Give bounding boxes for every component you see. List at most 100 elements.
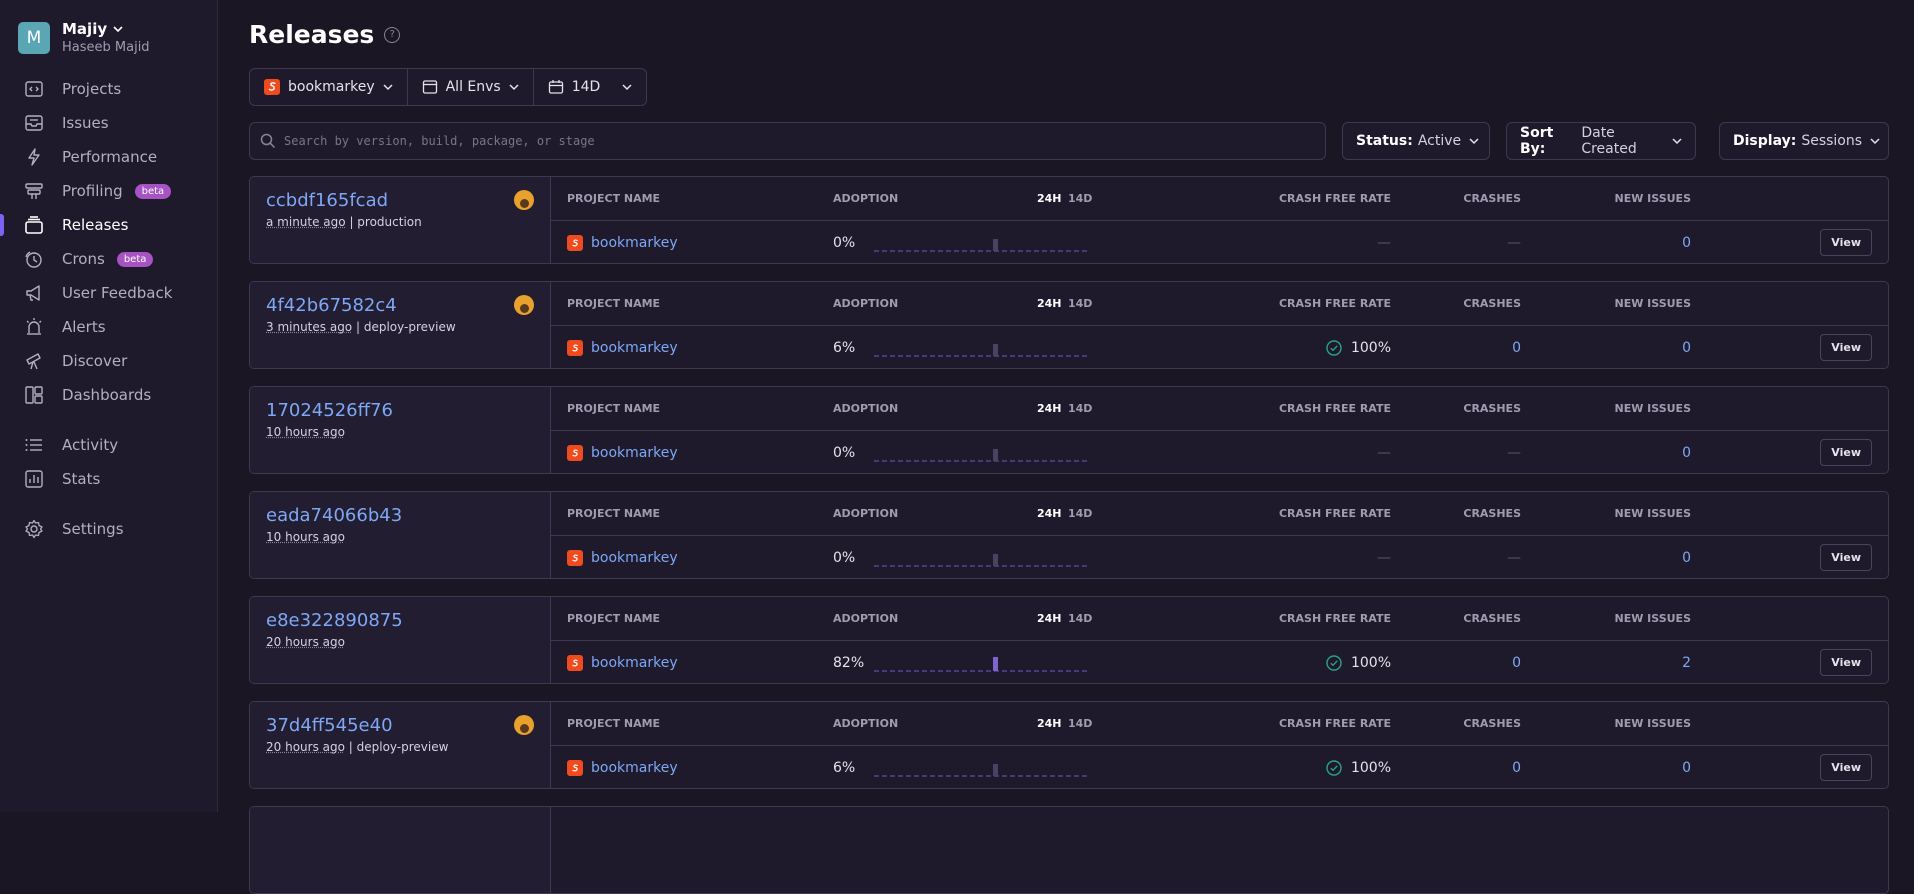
period-toggle-24h[interactable]: 24H	[1037, 492, 1062, 535]
view-button[interactable]: View	[1820, 334, 1872, 361]
crashes-value[interactable]: 0	[1441, 326, 1521, 368]
project-platform-icon	[567, 445, 583, 461]
sidebar-item-performance[interactable]: Performance	[0, 140, 218, 174]
date-filter[interactable]: 14D	[534, 69, 647, 105]
sidebar-item-discover[interactable]: Discover	[0, 344, 218, 378]
view-button[interactable]: View	[1820, 649, 1872, 676]
column-header-crashes: CRASHES	[1463, 612, 1521, 625]
period-toggle-14d[interactable]: 14D	[1068, 282, 1092, 325]
project-platform-icon	[567, 550, 583, 566]
period-toggle-24h[interactable]: 24H	[1037, 387, 1062, 430]
sidebar-item-user-feedback[interactable]: User Feedback	[0, 276, 218, 310]
org-name: Majiy	[62, 20, 108, 38]
project-link[interactable]: bookmarkey	[567, 431, 678, 473]
release-version-link[interactable]: 37d4ff545e40	[266, 715, 550, 736]
project-link[interactable]: bookmarkey	[567, 326, 678, 368]
crashes-value: —	[1507, 445, 1521, 461]
release-time: a minute ago	[266, 215, 346, 229]
crash-free-rate-value: 100%	[1350, 760, 1391, 776]
period-toggle-24h[interactable]: 24H	[1037, 702, 1062, 745]
project-platform-icon	[567, 235, 583, 251]
sidebar-item-crons[interactable]: Crons beta	[0, 242, 218, 276]
period-toggle-24h[interactable]: 24H	[1037, 282, 1062, 325]
environment-filter[interactable]: All Envs	[408, 69, 534, 105]
crash-free-rate: 100%	[1251, 746, 1391, 788]
release-version-link[interactable]: 17024526ff76	[266, 400, 550, 421]
releases-icon	[24, 215, 44, 235]
column-header-project: PROJECT NAME	[567, 297, 661, 310]
sidebar-item-settings[interactable]: Settings	[0, 512, 218, 546]
view-button[interactable]: View	[1820, 229, 1872, 256]
sidebar-item-releases[interactable]: Releases	[0, 208, 218, 242]
new-issues-value[interactable]: 0	[1601, 221, 1691, 263]
release-version-link[interactable]: 4f42b67582c4	[266, 295, 550, 316]
org-avatar: M	[18, 21, 50, 54]
project-link[interactable]: bookmarkey	[567, 641, 678, 683]
period-toggle-14d[interactable]: 14D	[1068, 177, 1092, 220]
check-circle-icon	[1326, 760, 1342, 776]
help-icon[interactable]: ?	[384, 26, 401, 43]
release-info: eada74066b43 10 hours ago	[250, 492, 551, 578]
author-avatar[interactable]	[514, 190, 534, 210]
sidebar-item-issues[interactable]: Issues	[0, 106, 218, 140]
release-version-link[interactable]: e8e322890875	[266, 610, 550, 631]
timer-icon	[24, 249, 44, 269]
period-toggle-14d[interactable]: 14D	[1068, 492, 1092, 535]
display-dropdown[interactable]: Display: Sessions	[1719, 122, 1889, 160]
author-avatar[interactable]	[514, 295, 534, 315]
new-issues-value[interactable]: 0	[1601, 746, 1691, 788]
org-switcher[interactable]: M Majiy Haseeb Majid	[18, 20, 150, 55]
code-icon	[24, 79, 44, 99]
column-header-adoption: ADOPTION	[833, 192, 899, 205]
release-project-table	[551, 807, 1888, 893]
author-avatar[interactable]	[514, 715, 534, 735]
sidebar-item-profiling[interactable]: Profiling beta	[0, 174, 218, 208]
view-button[interactable]: View	[1820, 439, 1872, 466]
project-link[interactable]: bookmarkey	[567, 746, 678, 788]
sort-dropdown[interactable]: Sort By: Date Created	[1506, 122, 1696, 160]
adoption-value: 6%	[833, 340, 856, 356]
sidebar-item-projects[interactable]: Projects	[0, 72, 218, 106]
search-input[interactable]	[284, 134, 1284, 148]
avatar-face	[519, 724, 529, 733]
period-toggle-14d[interactable]: 14D	[1068, 702, 1092, 745]
new-issues-value[interactable]: 0	[1601, 326, 1691, 368]
period-toggle-14d[interactable]: 14D	[1068, 597, 1092, 640]
status-dropdown[interactable]: Status: Active	[1342, 122, 1490, 160]
crashes-value[interactable]: 0	[1441, 746, 1521, 788]
chevron-down-icon	[1870, 136, 1880, 146]
project-filter[interactable]: bookmarkey	[250, 69, 408, 105]
meta-separator: |	[344, 740, 357, 754]
column-header-crash-free-rate: CRASH FREE RATE	[1278, 297, 1391, 310]
release-version-link[interactable]: ccbdf165fcad	[266, 190, 550, 211]
project-name: bookmarkey	[591, 550, 678, 566]
sidebar-item-alerts[interactable]: Alerts	[0, 310, 218, 344]
period-toggle-24h[interactable]: 24H	[1037, 597, 1062, 640]
release-project-table: PROJECT NAME ADOPTION 24H 14D CRASH FREE RAT…	[551, 177, 1888, 263]
release-time: 3 minutes ago	[266, 320, 353, 334]
column-header-adoption: ADOPTION	[833, 507, 899, 520]
release-version-link[interactable]: eada74066b43	[266, 505, 550, 526]
new-issues-value[interactable]: 0	[1601, 431, 1691, 473]
new-issues-value[interactable]: 2	[1601, 641, 1691, 683]
sidebar-item-dashboards[interactable]: Dashboards	[0, 378, 218, 412]
period-toggle-24h[interactable]: 24H	[1037, 177, 1062, 220]
sidebar-item-label: User Feedback	[62, 284, 173, 302]
release-environment: deploy-preview	[363, 320, 456, 334]
release-meta: 20 hours ago | deploy-preview	[266, 740, 550, 754]
sidebar-item-activity[interactable]: Activity	[0, 428, 218, 462]
release-search[interactable]	[249, 122, 1326, 160]
beta-badge: beta	[116, 251, 154, 267]
sidebar-item-stats[interactable]: Stats	[0, 462, 218, 496]
view-button[interactable]: View	[1820, 544, 1872, 571]
project-link[interactable]: bookmarkey	[567, 221, 678, 263]
new-issues-value[interactable]: 0	[1601, 536, 1691, 578]
crashes-value[interactable]: 0	[1441, 641, 1521, 683]
period-toggle-14d[interactable]: 14D	[1068, 387, 1092, 430]
view-button[interactable]: View	[1820, 754, 1872, 781]
project-link[interactable]: bookmarkey	[567, 536, 678, 578]
chevron-down-icon	[1469, 136, 1479, 146]
release-meta: 10 hours ago	[266, 425, 550, 439]
project-name: bookmarkey	[591, 655, 678, 671]
column-header-crash-free-rate: CRASH FREE RATE	[1278, 507, 1391, 520]
